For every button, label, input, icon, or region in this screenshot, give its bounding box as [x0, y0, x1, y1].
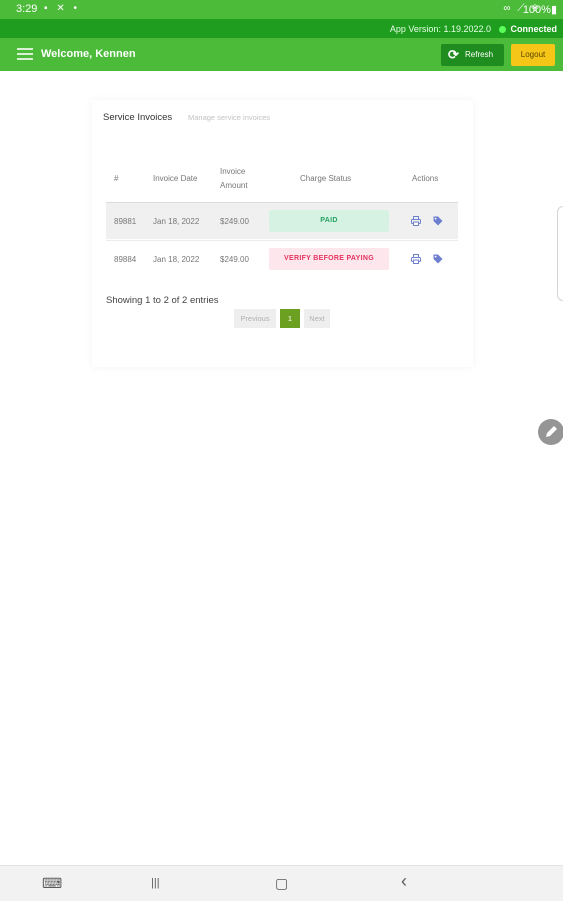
menu-icon[interactable] [17, 48, 33, 61]
back-icon[interactable]: ‹ [401, 871, 407, 892]
card-title: Service Invoices [103, 112, 173, 123]
logout-button[interactable]: Logout [511, 44, 555, 66]
floating-edit-button[interactable] [538, 419, 563, 445]
app-version: App Version: 1.19.2022.0 [389, 24, 491, 34]
connection-label: Connected [510, 24, 557, 34]
invoice-number[interactable]: 89884 [114, 255, 136, 264]
battery-level: 100%▮ [522, 4, 557, 16]
col-header-amount-line2: Amount [220, 181, 248, 190]
status-time: 3:29 [16, 3, 38, 15]
printer-icon[interactable] [411, 216, 421, 226]
col-header-date: Invoice Date [153, 174, 198, 183]
invoice-date: Jan 18, 2022 [153, 217, 200, 226]
pagination-next[interactable]: Next [304, 309, 330, 328]
connection-status: Connected [499, 24, 557, 34]
android-navigation-bar: ⌨ ||| ▢ ‹ [0, 865, 563, 901]
app-info-bar: App Version: 1.19.2022.0 Connected [0, 19, 563, 38]
invoice-amount: $249.00 [220, 255, 249, 264]
status-badge-verify: VERIFY BEFORE PAYING [269, 248, 389, 270]
col-header-actions: Actions [412, 174, 439, 183]
home-icon[interactable]: ▢ [275, 875, 288, 892]
top-navbar: Welcome, Kennen ⟳ Refresh Logout [0, 38, 563, 71]
welcome-text: Welcome, Kennen [41, 48, 136, 60]
col-header-number: # [114, 174, 119, 183]
card-subtitle: Manage service invoices [188, 113, 271, 122]
keyboard-icon[interactable]: ⌨ [42, 875, 62, 892]
printer-icon[interactable] [411, 254, 421, 264]
edge-panel-handle[interactable] [557, 206, 563, 301]
tag-icon[interactable] [433, 254, 443, 264]
invoice-amount: $249.00 [220, 217, 249, 226]
col-header-status: Charge Status [300, 174, 352, 183]
system-status-bar: 3:29 ▪ ✕ • ∞ ⟋ ◈ 100%▮ [0, 0, 563, 19]
invoice-number[interactable]: 89881 [114, 217, 136, 226]
pagination-page-1[interactable]: 1 [280, 309, 300, 328]
connection-dot-icon [499, 26, 507, 33]
entries-info: Showing 1 to 2 of 2 entries [106, 295, 219, 306]
refresh-label: Refresh [465, 50, 494, 59]
pencil-icon [546, 426, 557, 437]
col-header-amount-line1: Invoice [220, 167, 246, 176]
notification-icons: ▪ ✕ • [44, 3, 80, 14]
refresh-button[interactable]: ⟳ Refresh [441, 44, 504, 66]
pagination-previous[interactable]: Previous [234, 309, 276, 328]
recents-icon[interactable]: ||| [151, 877, 160, 889]
refresh-icon: ⟳ [448, 47, 459, 62]
status-badge-paid: PAID [269, 210, 389, 232]
invoice-date: Jan 18, 2022 [153, 255, 200, 264]
tag-icon[interactable] [433, 216, 443, 226]
